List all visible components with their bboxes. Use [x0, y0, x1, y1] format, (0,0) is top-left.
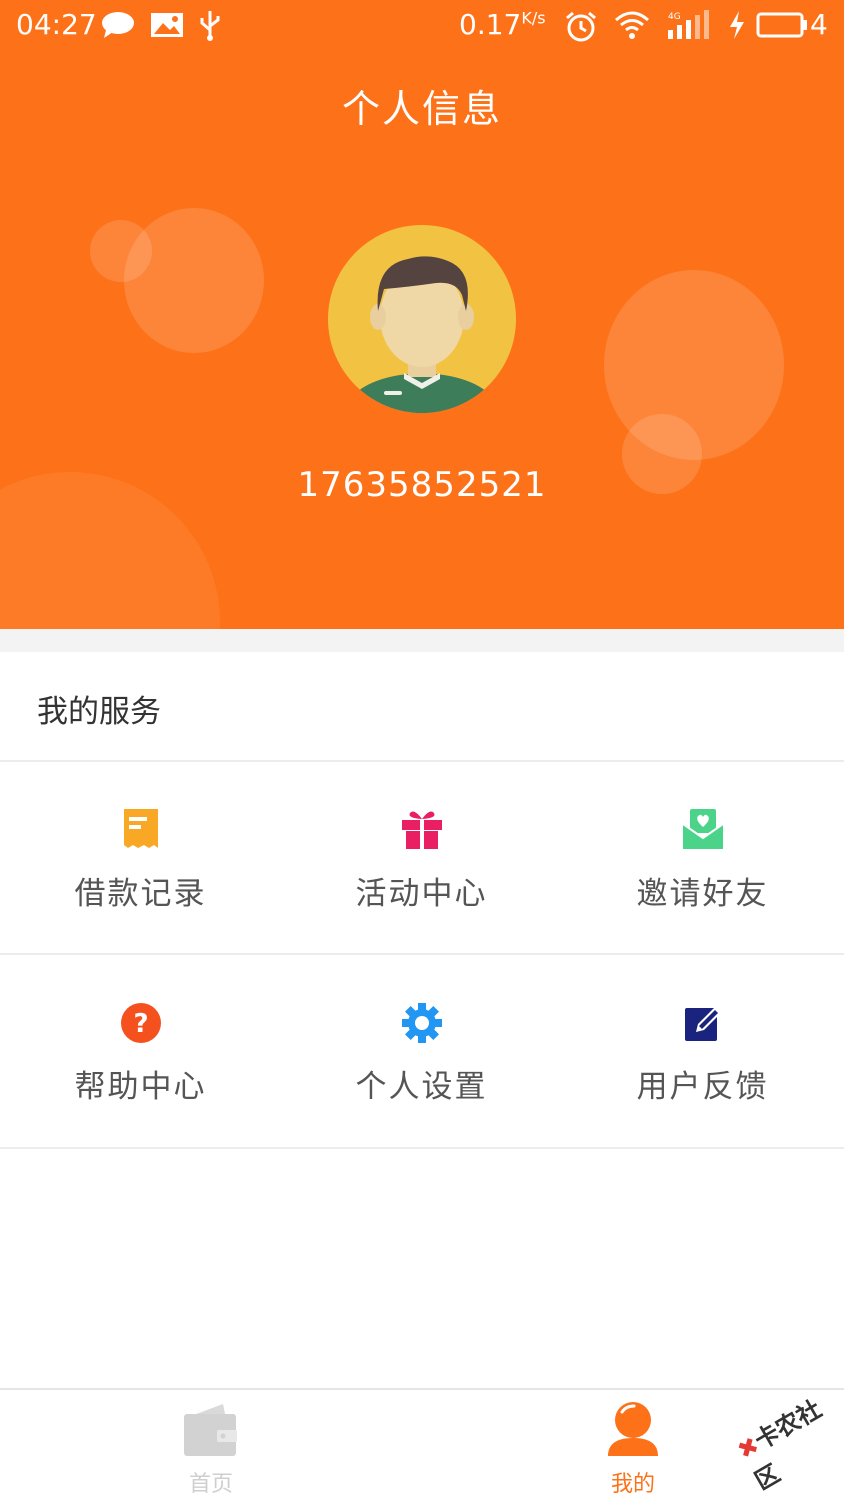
receipt-icon: [124, 809, 158, 848]
service-label: 个人设置: [355, 1069, 488, 1105]
service-label: 用户反馈: [636, 1069, 769, 1105]
svg-text:4G: 4G: [668, 12, 681, 22]
profile-header: 04:27 0.17K/s 4G 4 个人信息 17635852521: [0, 0, 844, 629]
avatar[interactable]: [328, 225, 516, 413]
services-title: 我的服务: [37, 694, 161, 730]
tab-mine[interactable]: 我的: [533, 1390, 733, 1500]
decor-circle: [90, 220, 152, 282]
charging-icon: [730, 11, 744, 39]
message-icon: [102, 12, 134, 38]
divider: [0, 1147, 844, 1149]
service-activity-center[interactable]: 活动中心: [281, 762, 562, 954]
service-help-center[interactable]: ? 帮助中心: [0, 955, 281, 1147]
user-icon: [608, 1402, 658, 1456]
tab-home[interactable]: 首页: [111, 1390, 311, 1500]
section-gap: [0, 629, 844, 652]
usb-icon: [200, 11, 220, 41]
service-invite-friends[interactable]: 邀请好友: [562, 762, 843, 954]
gift-icon: [402, 811, 442, 849]
help-icon: ?: [121, 1003, 161, 1043]
user-avatar-icon: [348, 256, 496, 413]
tab-home-label: 首页: [188, 1472, 233, 1497]
page-title: 个人信息: [341, 87, 502, 131]
battery-icon: [756, 12, 807, 38]
bottom-tab-bar: 首页 我的: [0, 1388, 844, 1500]
user-phone: 17635852521: [297, 465, 547, 505]
wallet-icon: [184, 1404, 237, 1456]
service-user-feedback[interactable]: 用户反馈: [562, 955, 843, 1147]
status-speed: 0.17K/s: [459, 8, 546, 41]
tab-mine-label: 我的: [610, 1472, 655, 1497]
invite-envelope-icon: [682, 809, 724, 849]
service-personal-settings[interactable]: 个人设置: [281, 955, 562, 1147]
gear-icon: [402, 1003, 442, 1043]
battery-level: 4: [810, 8, 828, 41]
alarm-icon: [566, 11, 596, 42]
edit-icon: [685, 1006, 722, 1041]
status-bar: 04:27 0.17K/s 4G 4: [0, 0, 844, 52]
image-icon: [151, 13, 183, 37]
app-root: 04:27 0.17K/s 4G 4 个人信息 17635852521 我的服务…: [0, 0, 844, 1500]
status-time: 04:27: [16, 8, 97, 41]
service-label: 帮助中心: [74, 1069, 207, 1105]
service-label: 活动中心: [355, 876, 488, 912]
wifi-icon: [615, 11, 649, 39]
signal-4g-icon: 4G: [668, 10, 709, 39]
service-label: 邀请好友: [636, 876, 769, 912]
service-label: 借款记录: [74, 876, 207, 912]
decor-circle: [124, 208, 264, 353]
svg-text:?: ?: [133, 1009, 148, 1039]
service-loan-records[interactable]: 借款记录: [0, 762, 281, 954]
